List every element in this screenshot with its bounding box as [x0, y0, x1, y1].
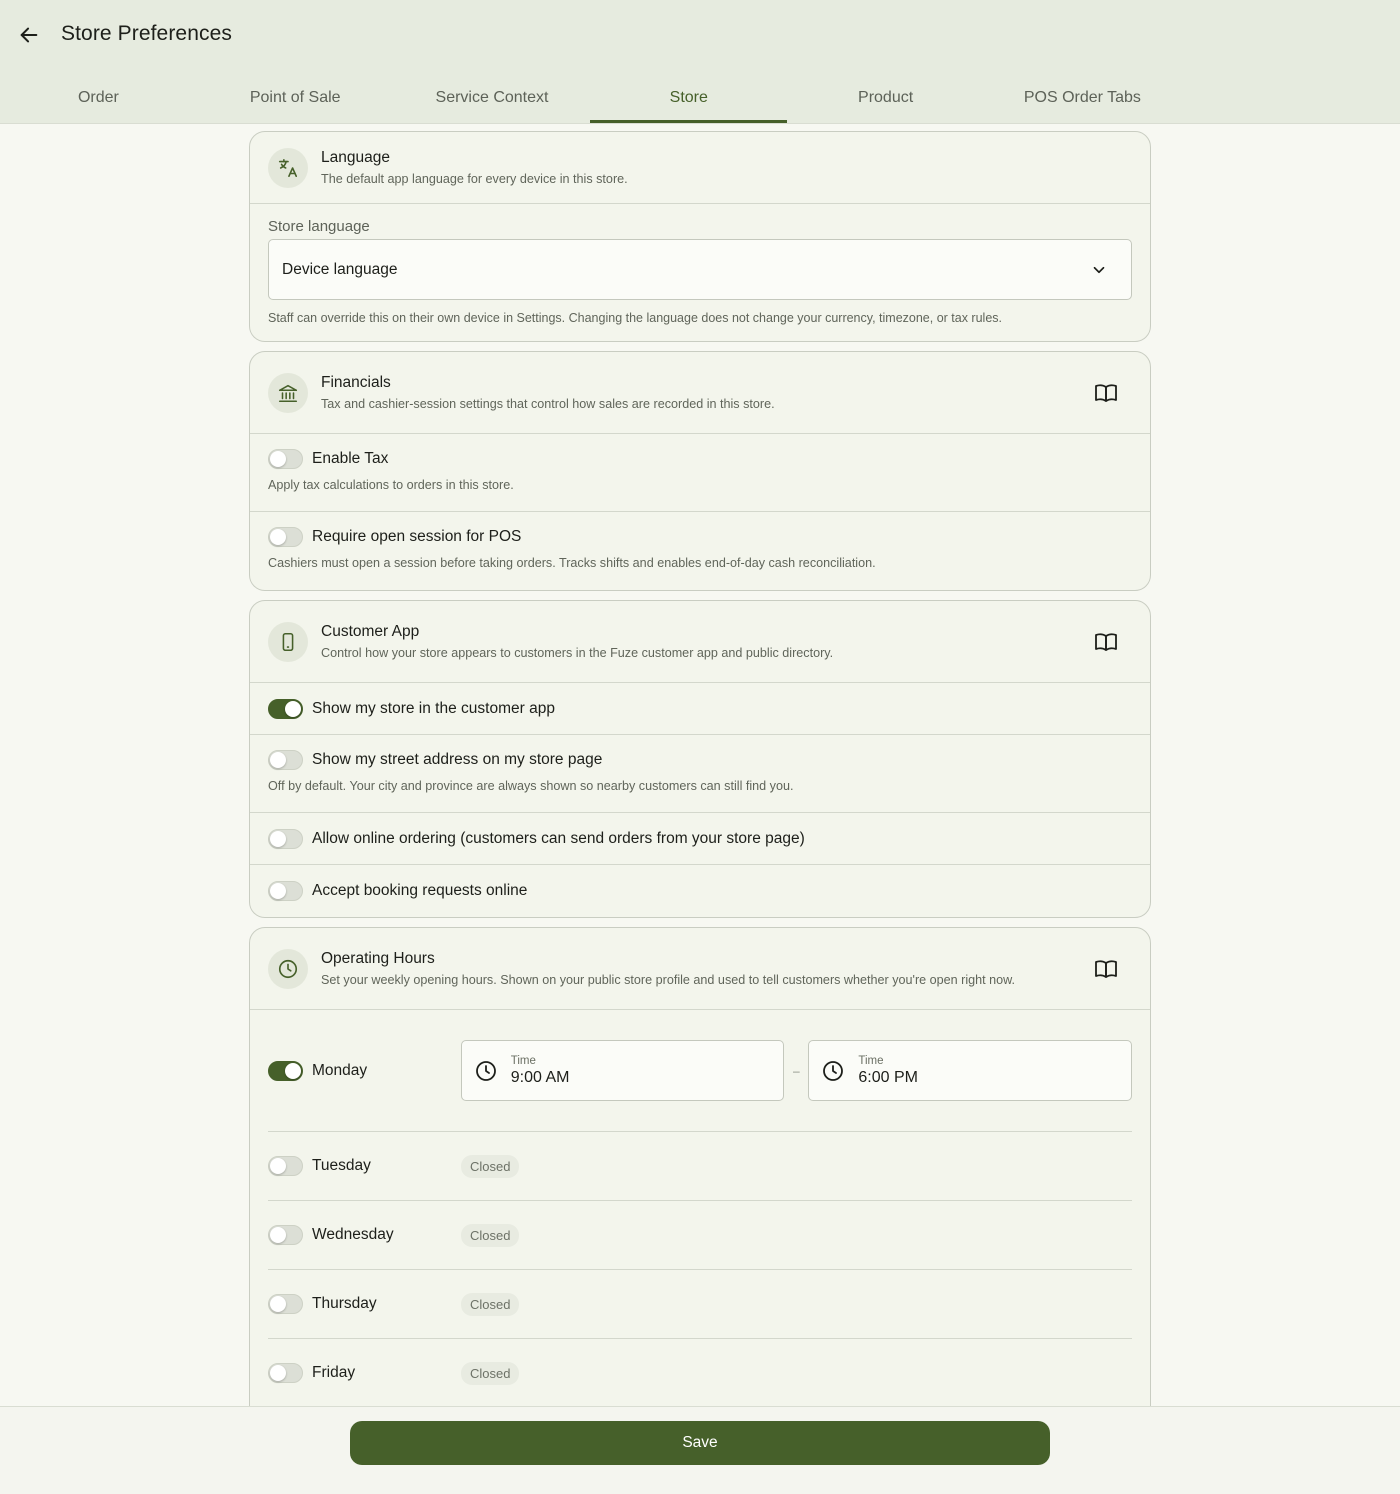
- tab-pos-order-tabs[interactable]: POS Order Tabs: [984, 72, 1181, 124]
- customer-app-docs-button[interactable]: [1092, 628, 1120, 656]
- booking-requests-row: Accept booking requests online: [250, 865, 1150, 917]
- operating-hours-card: Operating Hours Set your weekly opening …: [249, 927, 1151, 1447]
- day-name: Thursday: [312, 1295, 377, 1312]
- financials-title: Financials: [321, 374, 391, 391]
- book-icon: [1095, 959, 1117, 978]
- language-title: Language: [321, 149, 390, 166]
- show-address-toggle[interactable]: [268, 750, 303, 770]
- tab-service-context[interactable]: Service Context: [394, 72, 591, 124]
- show-store-row: Show my store in the customer app: [250, 683, 1150, 735]
- time-range-dash: –: [793, 1063, 800, 1078]
- booking-requests-label: Accept booking requests online: [312, 882, 528, 899]
- show-store-label: Show my store in the customer app: [312, 699, 555, 717]
- phone-icon: [268, 621, 308, 662]
- financials-subtitle: Tax and cashier-session settings that co…: [321, 397, 775, 411]
- time-caption: Time: [858, 1054, 884, 1067]
- customer-app-title: Customer App: [321, 623, 420, 640]
- day-name: Monday: [312, 1061, 368, 1079]
- operating-hours-title: Operating Hours: [321, 950, 435, 967]
- monday-toggle[interactable]: [268, 1060, 303, 1081]
- save-button[interactable]: Save: [350, 1421, 1050, 1465]
- online-ordering-toggle[interactable]: [268, 828, 303, 849]
- enable-tax-row: Enable Tax Apply tax calculations to ord…: [250, 434, 1150, 512]
- require-session-description: Cashiers must open a session before taki…: [268, 556, 876, 570]
- enable-tax-label: Enable Tax: [312, 450, 389, 467]
- language-subtitle: The default app language for every devic…: [321, 172, 628, 186]
- monday-start-time: 9:00 AM: [510, 1068, 570, 1086]
- tab-bar: Order Point of Sale Service Context Stor…: [0, 72, 1181, 124]
- clock-icon: [268, 948, 308, 989]
- day-name: Wednesday: [312, 1226, 394, 1243]
- store-language-select[interactable]: Device language: [268, 239, 1132, 300]
- day-row-thursday: Thursday Closed: [268, 1270, 1132, 1339]
- top-bar: Store Preferences Order Point of Sale Se…: [0, 0, 1400, 124]
- day-row-friday: Friday Closed: [268, 1339, 1132, 1408]
- require-session-row: Require open session for POS Cashiers mu…: [250, 512, 1150, 590]
- arrow-left-icon: [20, 27, 38, 43]
- require-session-label: Require open session for POS: [312, 528, 522, 545]
- translate-icon: [268, 147, 308, 188]
- day-name: Tuesday: [312, 1157, 371, 1174]
- day-row-monday: Monday Time 9:00 AM – Time 6:00 PM: [268, 1010, 1132, 1132]
- closed-badge: Closed: [461, 1223, 520, 1247]
- show-address-row: Show my street address on my store page …: [250, 735, 1150, 813]
- settings-content: Language The default app language for ev…: [249, 131, 1151, 1456]
- show-store-toggle[interactable]: [268, 698, 303, 719]
- financials-card: Financials Tax and cashier-session setti…: [249, 351, 1151, 591]
- tab-product[interactable]: Product: [787, 72, 984, 124]
- operating-hours-subtitle: Set your weekly opening hours. Shown on …: [321, 973, 1016, 987]
- store-language-label: Store language: [268, 218, 370, 235]
- clock-icon: [823, 1060, 844, 1081]
- online-ordering-label: Allow online ordering (customers can sen…: [312, 829, 805, 847]
- footer-bar: Save: [0, 1406, 1400, 1494]
- online-ordering-row: Allow online ordering (customers can sen…: [250, 813, 1150, 865]
- book-icon: [1095, 383, 1117, 402]
- tuesday-toggle[interactable]: [268, 1156, 303, 1176]
- closed-badge: Closed: [461, 1154, 520, 1178]
- monday-end-time: 6:00 PM: [858, 1068, 918, 1086]
- book-icon: [1095, 632, 1117, 651]
- language-card: Language The default app language for ev…: [249, 131, 1151, 342]
- thursday-toggle[interactable]: [268, 1294, 303, 1314]
- enable-tax-toggle[interactable]: [268, 449, 303, 469]
- financials-docs-button[interactable]: [1092, 379, 1120, 407]
- wednesday-toggle[interactable]: [268, 1225, 303, 1245]
- operating-hours-card-header: Operating Hours Set your weekly opening …: [250, 928, 1150, 1010]
- language-helper-text: Staff can override this on their own dev…: [268, 311, 1002, 325]
- monday-start-time-field[interactable]: Time 9:00 AM: [460, 1040, 785, 1101]
- friday-toggle[interactable]: [268, 1363, 303, 1383]
- day-name: Friday: [312, 1364, 356, 1381]
- bank-icon: [268, 372, 308, 413]
- chevron-down-icon: [1093, 266, 1105, 273]
- closed-badge: Closed: [461, 1292, 520, 1316]
- tab-store[interactable]: Store: [590, 72, 787, 124]
- day-row-tuesday: Tuesday Closed: [268, 1132, 1132, 1201]
- tab-order[interactable]: Order: [0, 72, 197, 124]
- show-address-label: Show my street address on my store page: [312, 751, 603, 768]
- time-caption: Time: [510, 1054, 536, 1067]
- monday-end-time-field[interactable]: Time 6:00 PM: [808, 1040, 1132, 1101]
- day-row-wednesday: Wednesday Closed: [268, 1201, 1132, 1270]
- clock-icon: [475, 1060, 496, 1081]
- store-language-value: Device language: [282, 260, 398, 278]
- closed-badge: Closed: [461, 1361, 520, 1385]
- language-card-header: Language The default app language for ev…: [250, 132, 1150, 204]
- financials-card-header: Financials Tax and cashier-session setti…: [250, 352, 1150, 434]
- customer-app-card: Customer App Control how your store appe…: [249, 600, 1151, 918]
- operating-hours-docs-button[interactable]: [1092, 955, 1120, 983]
- page-title: Store Preferences: [61, 22, 232, 45]
- require-session-toggle[interactable]: [268, 527, 303, 547]
- customer-app-subtitle: Control how your store appears to custom…: [321, 646, 834, 660]
- enable-tax-description: Apply tax calculations to orders in this…: [268, 478, 514, 492]
- show-address-description: Off by default. Your city and province a…: [268, 779, 794, 793]
- customer-app-card-header: Customer App Control how your store appe…: [250, 601, 1150, 683]
- tab-point-of-sale[interactable]: Point of Sale: [197, 72, 394, 124]
- back-button[interactable]: [12, 18, 46, 52]
- booking-requests-toggle[interactable]: [268, 881, 303, 901]
